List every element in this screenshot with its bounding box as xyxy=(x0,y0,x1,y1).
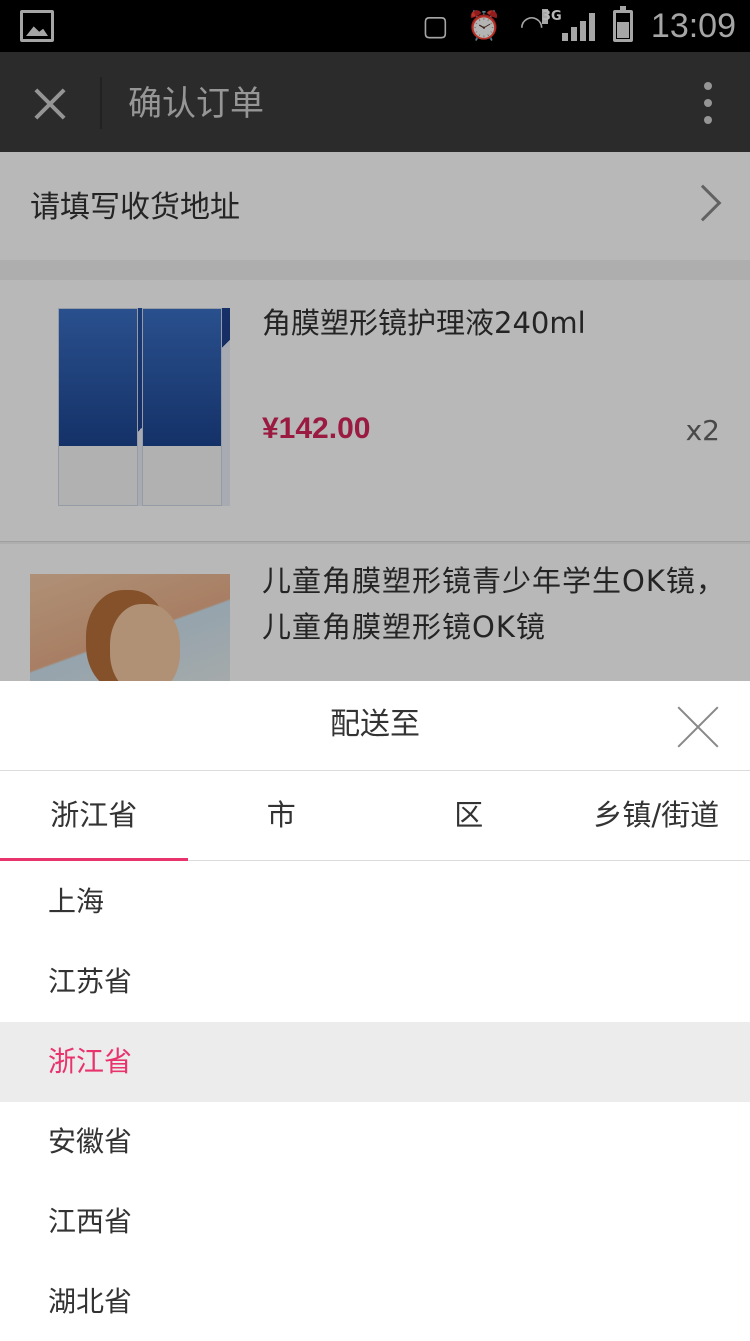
tab-province[interactable]: 浙江省 xyxy=(0,771,188,861)
tab-city[interactable]: 市 xyxy=(188,771,376,860)
list-item[interactable]: 上海 xyxy=(0,862,750,942)
list-item[interactable]: 安徽省 xyxy=(0,1102,750,1182)
region-picker-sheet: 配送至 浙江省 市 区 乡镇/街道 上海 江苏省 浙江省 安徽省 江西省 湖北省 xyxy=(0,681,750,1341)
tab-district[interactable]: 区 xyxy=(375,771,563,860)
list-item[interactable]: 江西省 xyxy=(0,1182,750,1262)
tab-street[interactable]: 乡镇/街道 xyxy=(563,771,750,860)
sheet-header: 配送至 xyxy=(0,681,750,771)
close-icon[interactable] xyxy=(676,705,720,749)
region-options-list: 上海 江苏省 浙江省 安徽省 江西省 湖北省 xyxy=(0,862,750,1341)
region-tabs: 浙江省 市 区 乡镇/街道 xyxy=(0,771,750,861)
list-item-selected[interactable]: 浙江省 xyxy=(0,1022,750,1102)
list-item[interactable]: 湖北省 xyxy=(0,1262,750,1341)
list-item[interactable]: 江苏省 xyxy=(0,942,750,1022)
dim-overlay[interactable] xyxy=(0,0,750,681)
sheet-title: 配送至 xyxy=(330,707,420,742)
